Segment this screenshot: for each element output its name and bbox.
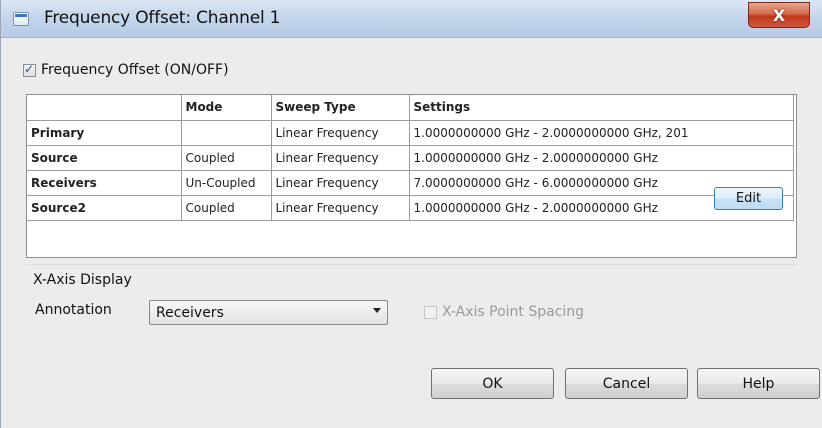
dialog-window: Frequency Offset: Channel 1 X Frequency … xyxy=(0,0,822,428)
annotation-select[interactable]: Receivers xyxy=(149,300,388,325)
annotation-select-value: Receivers xyxy=(156,304,224,321)
cancel-button[interactable]: Cancel xyxy=(565,368,688,399)
x-axis-point-spacing-checkbox xyxy=(424,305,437,319)
header-row-name xyxy=(27,95,182,121)
row-name-cell: Source xyxy=(27,144,182,171)
sweep-type-cell[interactable]: Linear Frequency xyxy=(270,169,410,196)
frequency-offset-checkbox[interactable] xyxy=(23,62,36,77)
header-sweep-type: Sweep Type xyxy=(270,95,410,121)
settings-cell[interactable]: 1.0000000000 GHz - 2.0000000000 GHz, 201 xyxy=(408,119,794,146)
header-mode: Mode xyxy=(180,95,272,121)
chevron-down-icon xyxy=(373,308,381,313)
x-axis-display-group xyxy=(26,264,797,350)
mode-cell[interactable]: Coupled xyxy=(180,144,272,171)
annotation-label: Annotation xyxy=(35,302,112,318)
table-header-row: Mode Sweep Type Settings xyxy=(27,95,794,121)
frequency-offset-label: Frequency Offset (ON/OFF) xyxy=(41,62,229,78)
row-name-cell: Source2 xyxy=(27,194,182,221)
row-name-cell: Receivers xyxy=(27,169,182,196)
table-row[interactable]: Source2 Coupled Linear Frequency 1.00000… xyxy=(27,194,794,221)
window-icon xyxy=(13,12,29,26)
close-button[interactable]: X xyxy=(748,2,810,28)
table-row[interactable]: Primary Linear Frequency 1.0000000000 GH… xyxy=(27,119,794,146)
table-row[interactable]: Receivers Un-Coupled Linear Frequency 7.… xyxy=(27,169,794,196)
header-settings: Settings xyxy=(408,95,794,121)
row-name-cell: Primary xyxy=(27,119,182,146)
mode-cell[interactable]: Un-Coupled xyxy=(180,169,272,196)
help-button[interactable]: Help xyxy=(697,368,820,399)
sweep-grid: Mode Sweep Type Settings Primary Linear … xyxy=(27,95,794,221)
sweep-type-cell[interactable]: Linear Frequency xyxy=(270,144,410,171)
edit-button[interactable]: Edit xyxy=(714,187,783,210)
frequency-offset-toggle[interactable]: Frequency Offset (ON/OFF) xyxy=(23,62,229,78)
title-bar[interactable]: Frequency Offset: Channel 1 X xyxy=(1,0,822,38)
mode-cell[interactable] xyxy=(180,119,272,146)
x-axis-display-title: X-Axis Display xyxy=(33,272,132,288)
x-axis-point-spacing-label: X-Axis Point Spacing xyxy=(442,304,585,320)
window-title: Frequency Offset: Channel 1 xyxy=(44,8,281,28)
settings-cell[interactable]: 1.0000000000 GHz - 2.0000000000 GHz xyxy=(408,144,794,171)
sweep-type-cell[interactable]: Linear Frequency xyxy=(270,119,410,146)
mode-cell[interactable]: Coupled xyxy=(180,194,272,221)
ok-button[interactable]: OK xyxy=(431,368,554,399)
x-axis-point-spacing-toggle: X-Axis Point Spacing xyxy=(424,304,584,320)
table-row[interactable]: Source Coupled Linear Frequency 1.000000… xyxy=(27,144,794,171)
sweep-type-cell[interactable]: Linear Frequency xyxy=(270,194,410,221)
sweep-table: Mode Sweep Type Settings Primary Linear … xyxy=(26,94,797,258)
close-icon: X xyxy=(772,5,786,25)
